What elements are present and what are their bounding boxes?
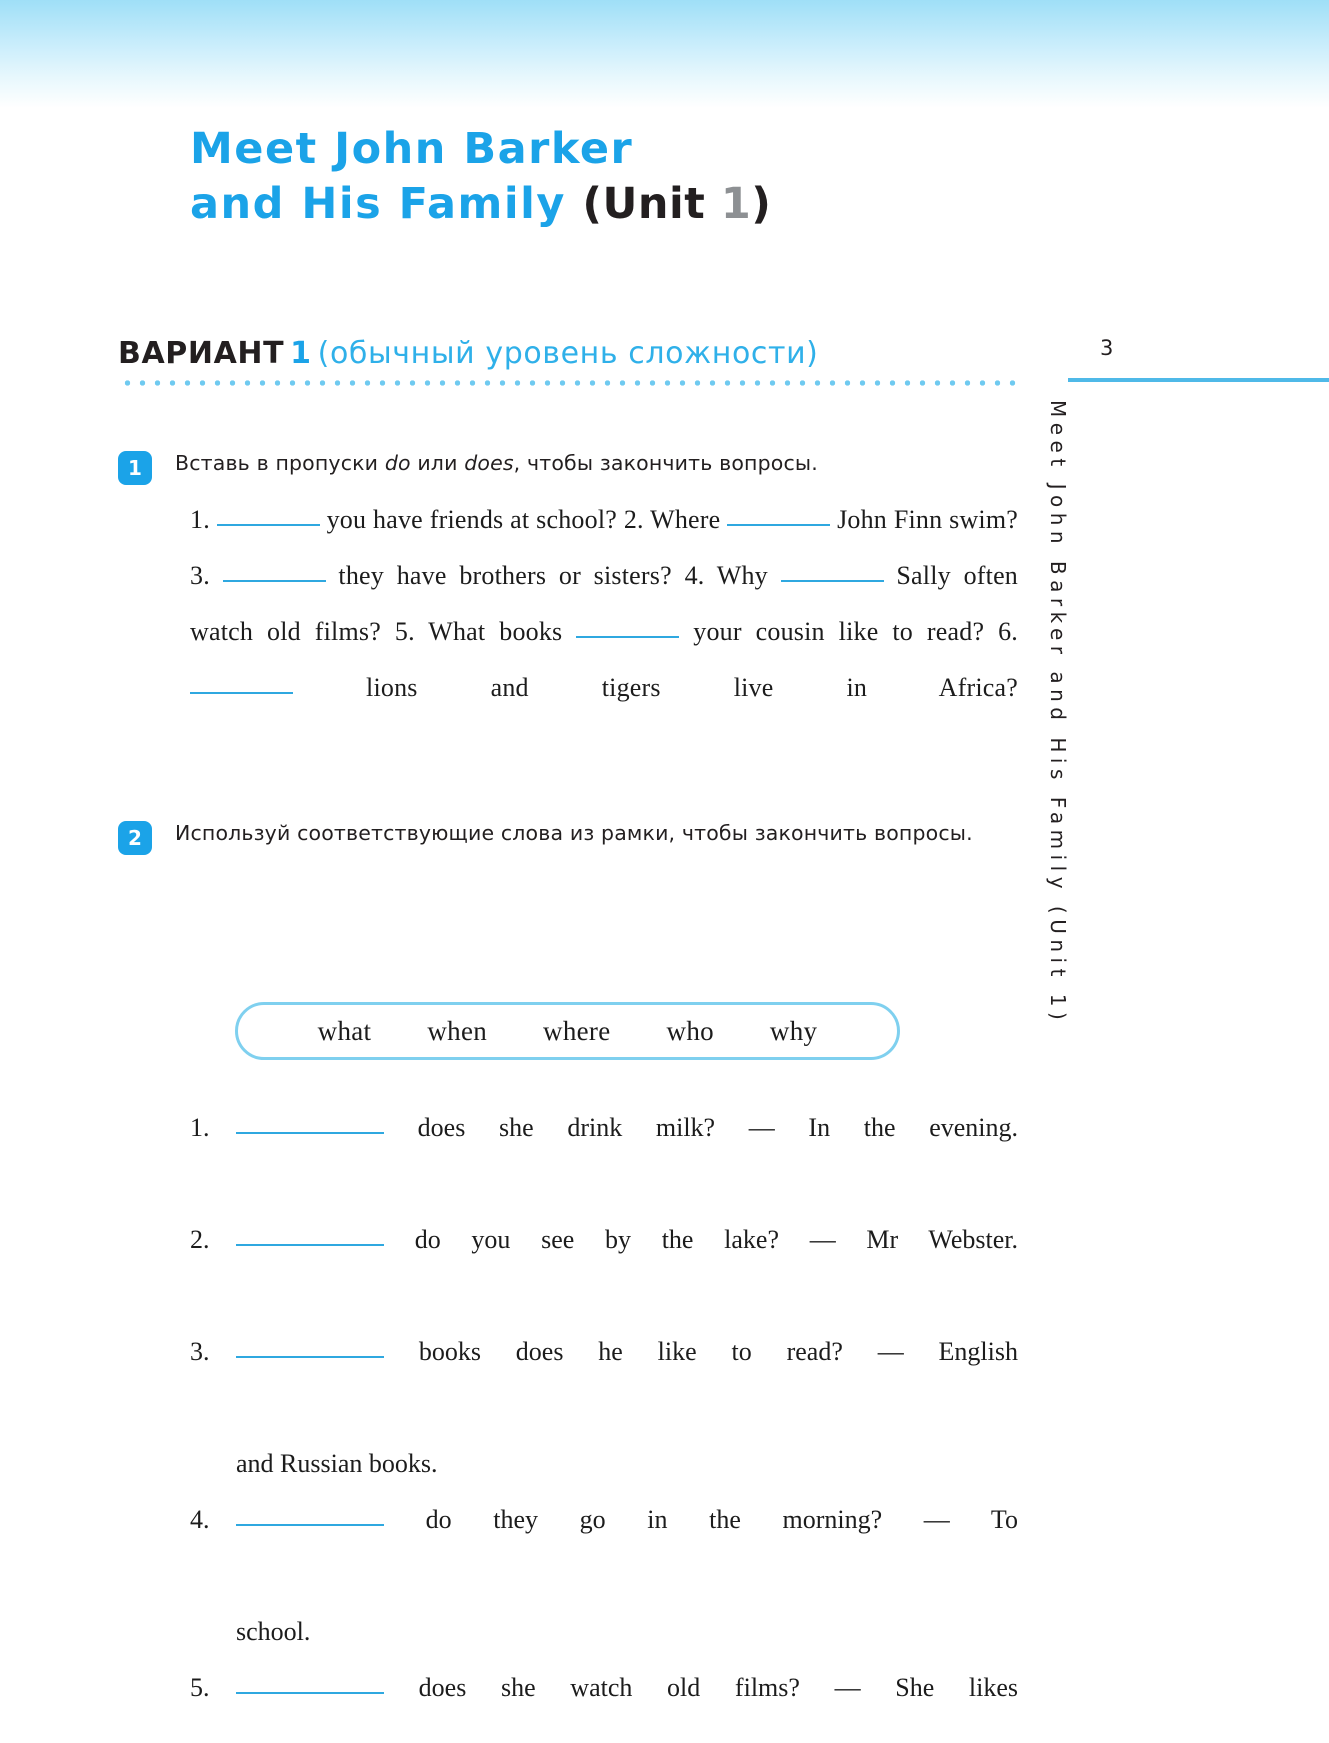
answer-blank[interactable] xyxy=(576,636,680,638)
word-bank-item[interactable]: who xyxy=(639,1016,742,1047)
answer-blank[interactable] xyxy=(236,1132,384,1134)
exercise-1-body: 1. you have friends at school? 2. Where … xyxy=(190,492,1018,772)
question-continuation: and Russian books. xyxy=(236,1449,438,1478)
answer-blank[interactable] xyxy=(190,692,293,694)
question-text: does she watch old films? — She likes xyxy=(236,1660,1018,1743)
title-unit-close: ) xyxy=(751,179,772,229)
question-row: 1. does she drink milk? — In the evening… xyxy=(190,1100,1018,1212)
answer-blank[interactable] xyxy=(236,1244,384,1246)
question-number: 2. xyxy=(190,1225,210,1254)
exercise-1-text-5: your cousin like to read? 6. xyxy=(693,617,1019,646)
question-body: do you see by the lake? — Mr Webster. xyxy=(414,1225,1019,1254)
exercise-2-header: 2 Используй соответствующие слова из рам… xyxy=(118,818,1018,855)
exercise-2-instruction: Используй соответствующие слова из рамки… xyxy=(175,821,973,845)
margin-rule xyxy=(1068,378,1329,382)
title-line-2: and His Family (Unit 1) xyxy=(190,177,1020,232)
question-text: books does he like to read? — English xyxy=(236,1324,1018,1436)
instr-does: does xyxy=(464,451,514,475)
question-continuation: school. xyxy=(236,1617,311,1646)
question-row: 5. does she watch old films? — She likes xyxy=(190,1660,1018,1743)
question-body: does she drink milk? — In the evening. xyxy=(417,1113,1018,1142)
question-body: does she watch old films? — She likes xyxy=(418,1673,1019,1702)
answer-blank[interactable] xyxy=(780,580,884,582)
answer-blank[interactable] xyxy=(222,580,326,582)
question-body: do they go in the morning? — To xyxy=(425,1505,1018,1534)
word-bank-item[interactable]: what xyxy=(290,1016,400,1047)
answer-blank[interactable] xyxy=(216,524,320,526)
exercise-1-text-6: lions and tigers live in Africa? xyxy=(366,673,1019,702)
question-text: do they go in the morning? — To xyxy=(236,1492,1018,1604)
question-text: does she drink milk? — In the evening. xyxy=(236,1100,1018,1212)
exercise-1-text-1: you have friends at school? 2. Where xyxy=(326,505,721,534)
title-unit-open: (Unit xyxy=(582,179,706,229)
question-row: 3. books does he like to read? — English xyxy=(190,1324,1018,1436)
running-head: Meet John Barker and His Family (Unit 1) xyxy=(1040,400,1100,1200)
instr-mid: или xyxy=(410,451,465,475)
title-unit-number: 1 xyxy=(720,179,752,229)
title-text-line2: and His Family xyxy=(190,179,566,229)
question-number: 4. xyxy=(190,1505,210,1534)
word-bank-item[interactable]: where xyxy=(515,1016,638,1047)
variant-description: (обычный уровень сложности) xyxy=(317,336,819,371)
exercise-2-badge: 2 xyxy=(118,821,152,855)
exercise-1-header: 1 Вставь в пропуски do или does, чтобы з… xyxy=(118,448,1018,485)
page-number: 3 xyxy=(1100,336,1114,360)
question-number: 3. xyxy=(190,1337,210,1366)
instr-pre: Вставь в пропуски xyxy=(175,451,385,475)
exercise-1-badge: 1 xyxy=(118,451,152,485)
exercise-1: 1 Вставь в пропуски do или does, чтобы з… xyxy=(118,448,1018,485)
document-page: Meet John Barker and His Family (Unit 1)… xyxy=(0,0,1329,1743)
question-number: 1. xyxy=(190,1113,210,1142)
title-text-line1: Meet John Barker xyxy=(190,124,634,174)
question-body: books does he like to read? — English xyxy=(418,1337,1018,1366)
exercise-2-questions: 1. does she drink milk? — In the evening… xyxy=(190,1100,1018,1743)
question-number: 5. xyxy=(190,1673,210,1702)
item-number-1: 1. xyxy=(190,505,210,534)
answer-blank[interactable] xyxy=(236,1692,384,1694)
dotted-divider xyxy=(120,380,1018,386)
word-bank-item[interactable]: why xyxy=(742,1016,845,1047)
answer-blank[interactable] xyxy=(236,1356,384,1358)
running-head-text: Meet John Barker and His Family (Unit 1) xyxy=(1046,400,1070,1026)
exercise-2: 2 Используй соответствующие слова из рам… xyxy=(118,818,1018,855)
instr-do: do xyxy=(384,451,411,475)
instr-post: , чтобы закончить вопросы. xyxy=(513,451,818,475)
variant-label: ВАРИАНТ xyxy=(118,336,285,371)
answer-blank[interactable] xyxy=(236,1524,384,1526)
variant-number: 1 xyxy=(290,336,312,371)
variant-heading: ВАРИАНТ 1 (обычный уровень сложности) xyxy=(118,336,1018,371)
question-text: do you see by the lake? — Mr Webster. xyxy=(236,1212,1018,1324)
answer-blank[interactable] xyxy=(727,524,831,526)
question-row: 2. do you see by the lake? — Mr Webster. xyxy=(190,1212,1018,1324)
exercise-1-instruction: Вставь в пропуски do или does, чтобы зак… xyxy=(175,448,1018,478)
question-row: 4. do they go in the morning? — To xyxy=(190,1492,1018,1604)
header-gradient-band xyxy=(0,0,1329,108)
page-title: Meet John Barker and His Family (Unit 1) xyxy=(190,122,1020,232)
exercise-1-text-3: they have brothers or sisters? 4. Why xyxy=(338,561,768,590)
title-line-1: Meet John Barker xyxy=(190,122,1020,177)
word-bank-item[interactable]: when xyxy=(399,1016,515,1047)
word-bank-box: what when where who why xyxy=(235,1002,900,1060)
